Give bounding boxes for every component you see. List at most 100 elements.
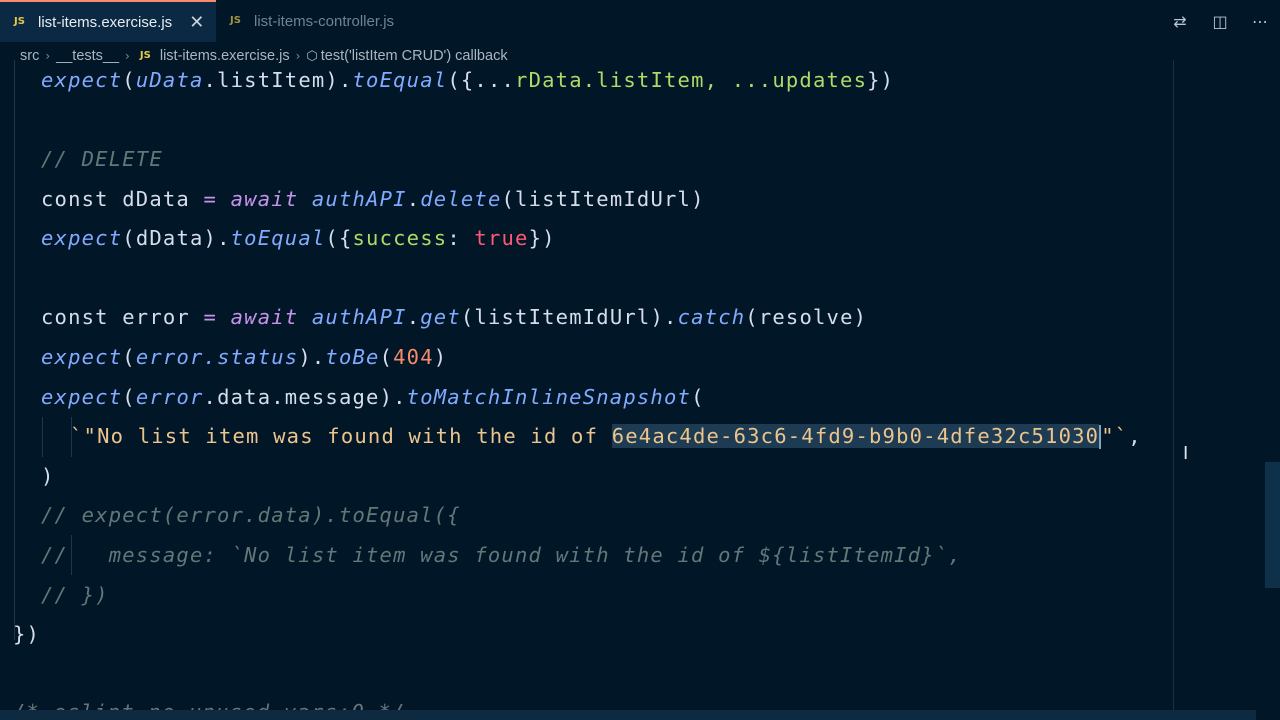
code-token: uData — [135, 68, 204, 92]
code-token: get — [420, 305, 461, 329]
code-token: ( — [460, 305, 475, 329]
tab-label: list-items-controller.js — [254, 12, 395, 30]
code-token: = — [189, 187, 231, 211]
selected-text: 6e4ac4de-63c6-4fd9-b9b0-4dfe32c51030 — [611, 424, 1100, 448]
code-line-3: // DELETE — [41, 139, 163, 179]
code-token: success — [352, 226, 448, 250]
code-token: listItemIdUrl — [474, 305, 651, 329]
code-token: ). — [325, 68, 353, 92]
code-token: authAPI — [311, 187, 407, 211]
code-token: expect — [41, 226, 123, 250]
code-token: .data.message — [203, 385, 380, 409]
code-token: toEqual — [352, 68, 448, 92]
code-token: ( — [745, 305, 759, 329]
code-token: ( — [122, 385, 136, 409]
horizontal-scrollbar[interactable] — [0, 710, 1256, 720]
code-token: ). — [203, 226, 231, 250]
code-line-9: expect(error.data.message).toMatchInline… — [41, 377, 705, 417]
code-token: catch — [677, 305, 746, 329]
code-token: expect — [41, 345, 123, 369]
code-comment: // expect(error.data).toEqual({ — [41, 503, 461, 527]
tab-list-items-exercise[interactable]: JS list-items.exercise.js ✕ — [0, 0, 216, 42]
code-line-14: // }) — [41, 575, 109, 615]
code-token: . — [406, 305, 421, 329]
code-token: ). — [298, 345, 326, 369]
code-token: ) — [853, 305, 868, 329]
code-token: dData — [135, 226, 204, 250]
code-token: resolve — [758, 305, 854, 329]
code-line-5: expect(dData).toEqual({success: true}) — [41, 218, 556, 258]
code-token: ({ — [325, 226, 353, 250]
code-token: ) — [433, 345, 448, 369]
code-token: const — [41, 305, 123, 329]
code-token: ). — [650, 305, 678, 329]
code-token: ({... — [447, 68, 516, 92]
code-line-8: expect(error.status).toBe(404) — [41, 337, 447, 377]
vertical-scrollbar[interactable] — [1265, 60, 1280, 720]
tab-list-items-controller[interactable]: JS list-items-controller.js — [216, 0, 446, 42]
code-token: .listItem — [203, 68, 326, 92]
code-token: ). — [379, 385, 407, 409]
code-token: expect — [41, 385, 123, 409]
code-token: ( — [501, 187, 516, 211]
editor-tab-bar: JS list-items.exercise.js ✕ JS list-item… — [0, 0, 1280, 42]
code-token: error — [135, 345, 204, 369]
code-token: }) — [528, 226, 556, 250]
code-token: ) — [691, 187, 705, 211]
code-token: ) — [41, 464, 55, 488]
code-line-7: const error = await authAPI.get(listItem… — [41, 297, 867, 337]
close-icon[interactable]: ✕ — [189, 12, 204, 33]
split-editor-icon[interactable]: ◫ — [1200, 12, 1240, 31]
scrollbar-thumb[interactable] — [1265, 462, 1280, 588]
code-token: updates — [772, 68, 868, 92]
code-token: toMatchInlineSnapshot — [406, 385, 692, 409]
code-token: , — [1128, 424, 1142, 448]
code-token: . — [406, 187, 421, 211]
code-token: ( — [122, 226, 136, 250]
code-token: : — [447, 226, 475, 250]
code-token: = — [189, 305, 231, 329]
code-editor[interactable]: expect(uData.listItem).toEqual({...rData… — [0, 60, 1265, 720]
code-token: ( — [122, 345, 136, 369]
js-file-icon: JS — [14, 16, 25, 27]
code-token: true — [474, 226, 529, 250]
code-token: toEqual — [230, 226, 326, 250]
code-token: ( — [379, 345, 394, 369]
code-line-4: const dData = await authAPI.delete(listI… — [41, 179, 705, 219]
code-comment: // DELETE — [41, 147, 163, 171]
code-token: }) — [13, 622, 41, 646]
code-token: toBe — [325, 345, 380, 369]
source-control-compare-icon[interactable]: ⇄ — [1160, 12, 1200, 31]
indent-guide — [42, 417, 43, 457]
code-token: rData — [515, 68, 583, 92]
more-actions-icon[interactable]: ⋯ — [1240, 12, 1280, 31]
code-token: ( — [691, 385, 705, 409]
code-line-12: // expect(error.data).toEqual({ — [41, 495, 461, 535]
tab-label: list-items.exercise.js — [38, 13, 173, 31]
code-comment: // }) — [41, 583, 109, 607]
code-token: await — [230, 305, 312, 329]
code-token: authAPI — [311, 305, 407, 329]
code-token: dData — [122, 187, 190, 211]
code-token: delete — [420, 187, 502, 211]
code-comment: // message: `No list item was found with… — [41, 543, 962, 567]
code-token: await — [230, 187, 312, 211]
code-token: `"No list item was found with the id of — [70, 424, 612, 448]
code-line-1: expect(uData.listItem).toEqual({...rData… — [41, 60, 894, 100]
code-line-13: // message: `No list item was found with… — [41, 535, 962, 575]
code-token: const — [41, 187, 123, 211]
code-line-11: ) — [41, 456, 55, 496]
indent-guide — [14, 60, 15, 640]
editor-actions: ⇄ ◫ ⋯ — [1160, 0, 1280, 42]
js-file-icon: JS — [230, 15, 241, 26]
code-token: 404 — [393, 345, 434, 369]
code-line-15: }) — [13, 614, 40, 654]
code-token: error — [135, 385, 204, 409]
code-token: ( — [122, 68, 136, 92]
code-token: "` — [1101, 424, 1129, 448]
code-line-10: `"No list item was found with the id of … — [70, 416, 1142, 456]
code-token: .status — [203, 345, 299, 369]
code-token: listItemIdUrl — [515, 187, 692, 211]
code-token: expect — [41, 68, 123, 92]
code-token: .listItem, ... — [582, 68, 773, 92]
